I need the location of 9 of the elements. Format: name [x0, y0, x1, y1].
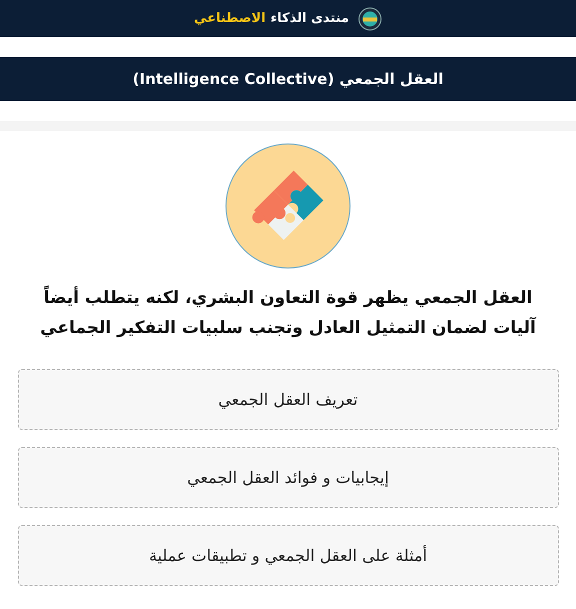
topic-button[interactable]: أمثلة على العقل الجمعي و تطبيقات عملية	[18, 525, 558, 586]
site-name-highlight[interactable]: الاصطناعي	[194, 11, 266, 26]
logo-icon[interactable]	[358, 6, 382, 30]
site-name[interactable]: منتدى الذكاء	[270, 11, 350, 26]
summary-text: العقل الجمعي يظهر قوة التعاون البشري، لكنه يتطلب أيضاً آليات لضمان التمثيل العادل وتجنب سلبيات التفكير الجماعي	[20, 283, 556, 343]
topic-button[interactable]: تعريف العقل الجمعي	[18, 369, 558, 430]
puzzle-icon	[225, 143, 351, 269]
topic-button[interactable]: إيجابيات و فوائد العقل الجمعي	[18, 447, 558, 508]
page-title: العقل الجمعي (Intelligence Collective)	[132, 70, 444, 88]
